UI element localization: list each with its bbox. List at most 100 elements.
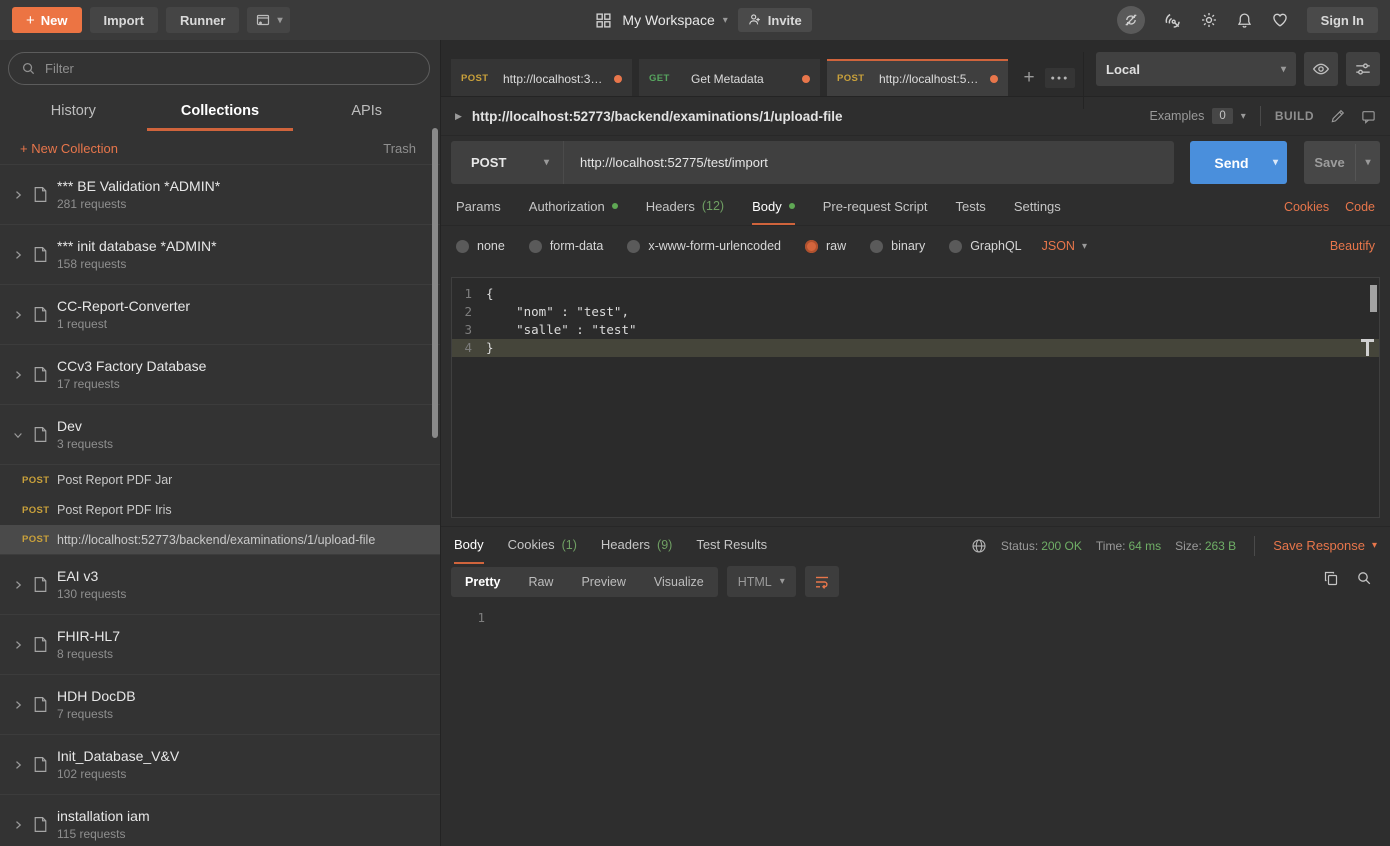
response-tab[interactable]: Body [454, 527, 484, 564]
sync-off-button[interactable] [1117, 6, 1145, 34]
edit-button[interactable] [1330, 109, 1345, 124]
sidebar-tab[interactable]: APIs [293, 97, 440, 131]
method-dropdown[interactable]: POST ▾ [451, 155, 563, 170]
response-view-tab[interactable]: Pretty [451, 567, 514, 597]
collection-row[interactable]: *** BE Validation *ADMIN* 281 requests [0, 165, 440, 225]
body-type-radio[interactable]: none [456, 239, 505, 253]
comments-button[interactable] [1361, 109, 1376, 124]
body-type-row: none form-data x-www-form-urlencoded [441, 226, 1390, 266]
response-format-dropdown[interactable]: HTML ▾ [727, 566, 796, 597]
send-button[interactable]: Send ▾ [1190, 141, 1287, 184]
request-editor-tab[interactable]: Tests [955, 189, 985, 225]
settings-button[interactable] [1200, 11, 1218, 29]
request-tab[interactable]: GET Get Metadata [639, 59, 820, 96]
copy-response-button[interactable] [1323, 570, 1339, 586]
url-input[interactable] [564, 155, 1174, 170]
sidebar-scrollbar[interactable] [432, 128, 438, 438]
new-window-button[interactable]: ▾ [247, 7, 290, 33]
request-editor-tab[interactable]: Body [752, 189, 795, 225]
tab-count: (12) [702, 199, 724, 213]
beautify-link[interactable]: Beautify [1330, 239, 1375, 253]
request-editor-tab[interactable]: Settings [1014, 189, 1061, 225]
response-tab[interactable]: Test Results [696, 527, 767, 564]
chevron-right-icon [12, 309, 26, 321]
request-editor-tab[interactable]: Params [456, 189, 501, 225]
text-cursor [1361, 339, 1374, 356]
save-button[interactable]: Save ▾ [1304, 141, 1380, 184]
notifications-button[interactable] [1236, 12, 1253, 29]
collection-row[interactable]: CC-Report-Converter 1 request [0, 285, 440, 345]
code-link[interactable]: Code [1345, 200, 1375, 214]
save-response-button[interactable]: Save Response ▾ [1273, 538, 1377, 553]
request-name: Post Report PDF Jar [57, 473, 172, 487]
new-button[interactable]: + New [12, 7, 82, 33]
request-tab[interactable]: POST http://localhost:52773/... [827, 59, 1008, 96]
request-row[interactable]: POST Post Report PDF Iris [0, 495, 440, 525]
collapse-caret-icon[interactable]: ▶ [455, 111, 462, 122]
cookies-link[interactable]: Cookies [1284, 200, 1329, 214]
environment-quick-look-button[interactable] [1304, 52, 1338, 86]
radio-icon [456, 240, 469, 253]
tab-options-button[interactable]: ●●● [1045, 68, 1075, 88]
chevron-down-icon[interactable]: ▾ [1241, 111, 1246, 122]
top-header: + New Import Runner ▾ My Workspace ▾ [0, 0, 1390, 40]
response-view-tab[interactable]: Raw [514, 567, 567, 597]
editor-scrollbar-thumb[interactable] [1370, 285, 1377, 312]
satellite-button[interactable] [1163, 11, 1182, 30]
collection-folder-icon [32, 305, 49, 324]
request-editor-tab[interactable]: Headers (12) [646, 189, 724, 225]
collection-row[interactable]: Dev 3 requests [0, 405, 440, 465]
request-row[interactable]: POST http://localhost:52773/backend/exam… [0, 525, 440, 555]
favorites-button[interactable] [1271, 11, 1289, 29]
header-right-actions: Sign In [1117, 6, 1378, 34]
body-type-radio[interactable]: x-www-form-urlencoded [627, 239, 781, 253]
collection-row[interactable]: EAI v3 130 requests [0, 555, 440, 615]
response-tab[interactable]: Headers (9) [601, 527, 672, 564]
wrap-lines-button[interactable] [805, 566, 839, 597]
runner-button[interactable]: Runner [166, 7, 240, 33]
environment-settings-button[interactable] [1346, 52, 1380, 86]
body-type-radio[interactable]: GraphQL [949, 239, 1021, 253]
request-body-editor[interactable]: 1 { 2 "nom" : "test", 3 "salle" : "test" [451, 277, 1380, 518]
tab-label: http://localhost:32783/... [503, 72, 607, 86]
request-row[interactable]: POST Post Report PDF Jar [0, 465, 440, 495]
response-size: Size:263 B [1175, 539, 1236, 553]
radio-icon [805, 240, 818, 253]
body-type-radio[interactable]: binary [870, 239, 925, 253]
response-tab[interactable]: Cookies (1) [508, 527, 577, 564]
chevron-right-icon [12, 639, 26, 651]
collection-row[interactable]: FHIR-HL7 8 requests [0, 615, 440, 675]
invite-button[interactable]: Invite [738, 8, 812, 32]
language-dropdown[interactable]: JSON ▾ [1042, 239, 1087, 253]
collection-row[interactable]: CCv3 Factory Database 17 requests [0, 345, 440, 405]
response-view-tab[interactable]: Visualize [640, 567, 718, 597]
main-panel: POST http://localhost:32783/... GET Get … [440, 40, 1390, 846]
collection-row[interactable]: HDH DocDB 7 requests [0, 675, 440, 735]
response-view-tab[interactable]: Preview [567, 567, 639, 597]
chevron-down-icon: ▾ [1082, 241, 1087, 252]
collection-request-count: 281 requests [57, 197, 220, 211]
trash-button[interactable]: Trash [383, 141, 416, 156]
workspace-switcher[interactable]: My Workspace ▾ [622, 12, 727, 28]
environment-selector[interactable]: Local ▾ [1096, 52, 1296, 86]
import-button[interactable]: Import [90, 7, 158, 33]
sidebar-tab[interactable]: History [0, 97, 147, 131]
new-collection-button[interactable]: + New Collection [20, 141, 118, 156]
collection-row[interactable]: installation iam 115 requests [0, 795, 440, 846]
collection-folder-icon [32, 245, 49, 264]
sidebar-tab[interactable]: Collections [147, 97, 294, 131]
green-dot [789, 203, 795, 209]
search-response-button[interactable] [1356, 570, 1372, 586]
collection-row[interactable]: Init_Database_V&V 102 requests [0, 735, 440, 795]
editor-line: 4 } [452, 339, 1379, 357]
sign-in-button[interactable]: Sign In [1307, 7, 1378, 33]
collection-row[interactable]: *** init database *ADMIN* 158 requests [0, 225, 440, 285]
body-type-radio[interactable]: raw [805, 239, 846, 253]
request-editor-tab[interactable]: Authorization [529, 189, 618, 225]
request-editor-tab[interactable]: Pre-request Script [823, 189, 928, 225]
line-code: "nom" : "test", [486, 303, 1379, 321]
body-type-radio[interactable]: form-data [529, 239, 604, 253]
open-new-tab-button[interactable]: + [1015, 59, 1043, 96]
request-tab[interactable]: POST http://localhost:32783/... [451, 59, 632, 96]
filter-input[interactable] [45, 61, 417, 76]
